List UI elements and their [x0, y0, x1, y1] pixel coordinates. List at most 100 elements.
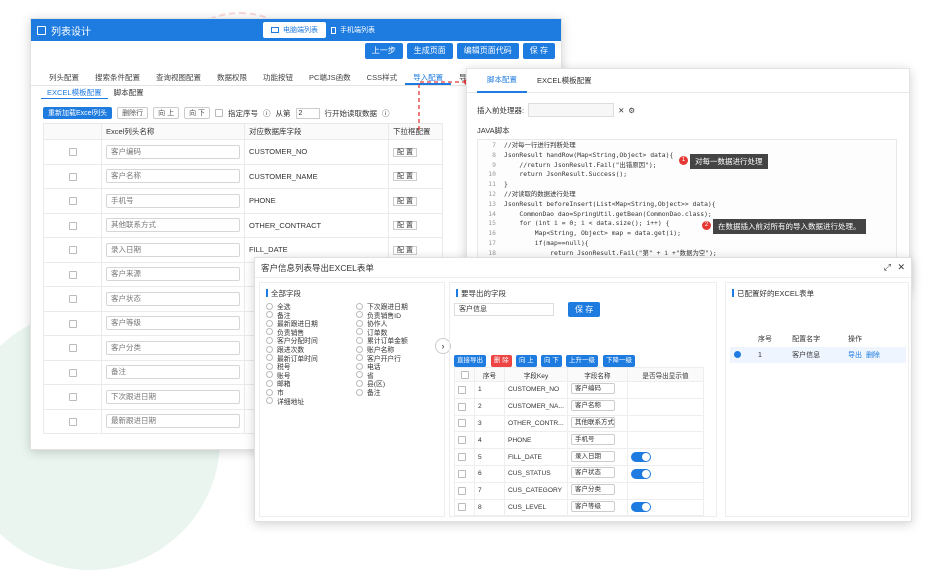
- row-checkbox[interactable]: [68, 270, 77, 279]
- op-button[interactable]: 向 上: [516, 355, 537, 367]
- delete-row-button[interactable]: 删除行: [117, 107, 149, 119]
- save-button[interactable]: 保 存: [522, 43, 555, 59]
- reload-excel-header-button[interactable]: 重新加载Excel列头: [43, 107, 113, 119]
- field-radio[interactable]: [356, 302, 363, 310]
- row-checkbox[interactable]: [68, 344, 77, 353]
- field-radio[interactable]: [356, 388, 363, 396]
- row-checkbox[interactable]: [68, 221, 77, 230]
- export-field-row[interactable]: 4 PHONE 手机号: [454, 431, 705, 450]
- row-checkbox[interactable]: [68, 393, 77, 402]
- field-radio[interactable]: [356, 379, 363, 387]
- excel-header-input[interactable]: 客户分类: [106, 340, 240, 355]
- field-option[interactable]: 详细地址: [266, 396, 304, 406]
- excel-header-input[interactable]: 最新跟进日期: [106, 414, 240, 429]
- export-field-row[interactable]: 2 CUSTOMER_NA... 客户名称: [454, 397, 705, 416]
- field-radio[interactable]: [356, 345, 363, 353]
- excel-header-input[interactable]: 备注: [106, 365, 240, 380]
- tab-data-permission[interactable]: 数据权限: [209, 71, 255, 85]
- select-all-checkbox[interactable]: [460, 370, 469, 379]
- tab-function-buttons[interactable]: 功能按钮: [255, 71, 301, 85]
- row-checkbox[interactable]: [68, 197, 77, 206]
- prev-step-button[interactable]: 上一步: [364, 43, 403, 59]
- export-row-name-input[interactable]: 录入日期: [570, 450, 615, 462]
- table-row[interactable]: 手机号 PHONE 配 置: [43, 188, 443, 214]
- configured-row[interactable]: 1 客户信息 导出 删除: [730, 347, 906, 363]
- tab-pc-js[interactable]: PC端JS函数: [301, 71, 359, 85]
- table-row[interactable]: 其他联系方式 OTHER_CONTRACT 配 置: [43, 212, 443, 238]
- export-field-row[interactable]: 1 CUSTOMER_NO 客户编码: [454, 381, 705, 399]
- show-value-toggle[interactable]: [630, 502, 651, 513]
- start-row-input[interactable]: 2: [295, 107, 320, 119]
- delete-link[interactable]: 删除: [866, 352, 880, 359]
- export-row-name-input[interactable]: 客户名称: [570, 400, 615, 412]
- excel-header-input[interactable]: 下次跟进日期: [106, 389, 240, 404]
- row-checkbox[interactable]: [68, 172, 77, 181]
- op-button[interactable]: 直接导出: [454, 355, 486, 367]
- excel-header-input[interactable]: 客户名称: [106, 169, 240, 184]
- row-checkbox[interactable]: [68, 417, 77, 426]
- config-button[interactable]: 配 置: [393, 172, 417, 182]
- row-checkbox[interactable]: [68, 246, 77, 255]
- export-row-checkbox[interactable]: [458, 486, 466, 495]
- field-radio[interactable]: [266, 397, 273, 405]
- export-row-name-input[interactable]: 手机号: [570, 433, 615, 445]
- tab-pc-list[interactable]: 电脑端列表: [263, 22, 326, 38]
- config-button[interactable]: 配 置: [393, 221, 417, 231]
- export-row-checkbox[interactable]: [458, 469, 466, 478]
- radio-selected[interactable]: [734, 351, 741, 359]
- field-radio[interactable]: [266, 354, 273, 362]
- export-field-row[interactable]: 8 CUS_LEVEL 客户等级: [454, 498, 705, 517]
- subtab-script[interactable]: 脚本配置: [108, 87, 150, 99]
- config-button[interactable]: 配 置: [393, 245, 417, 255]
- op-button[interactable]: 向 下: [541, 355, 562, 367]
- field-radio[interactable]: [356, 354, 363, 362]
- show-value-toggle[interactable]: [630, 468, 651, 479]
- field-radio[interactable]: [356, 362, 363, 370]
- tab-column-header[interactable]: 列头配置: [41, 71, 87, 85]
- export-row-checkbox[interactable]: [458, 436, 466, 445]
- excel-header-input[interactable]: 客户状态: [106, 291, 240, 306]
- row-checkbox[interactable]: [68, 319, 77, 328]
- field-radio[interactable]: [356, 311, 363, 319]
- generate-page-button[interactable]: 生成页面: [406, 43, 453, 59]
- excel-header-input[interactable]: 手机号: [106, 193, 240, 208]
- export-row-name-input[interactable]: 客户编码: [570, 383, 615, 395]
- move-down-button[interactable]: 向 下: [184, 107, 211, 119]
- field-radio[interactable]: [356, 328, 363, 336]
- export-row-name-input[interactable]: 客户状态: [570, 467, 615, 479]
- row-radio[interactable]: [730, 347, 754, 363]
- export-save-button[interactable]: 保 存: [568, 302, 601, 317]
- row-checkbox[interactable]: [68, 295, 77, 304]
- config-button[interactable]: 配 置: [393, 147, 417, 157]
- set-seq-checkbox[interactable]: [215, 109, 224, 117]
- pre-processor-input[interactable]: [528, 103, 615, 117]
- tab-query-view[interactable]: 查询视图配置: [148, 71, 209, 85]
- tab-script-config[interactable]: 脚本配置: [477, 69, 527, 93]
- expand-icon[interactable]: ⤢: [884, 262, 891, 273]
- excel-header-input[interactable]: 其他联系方式: [106, 218, 240, 233]
- export-row-checkbox[interactable]: [458, 453, 466, 462]
- field-radio[interactable]: [266, 336, 273, 344]
- export-field-row[interactable]: 3 OTHER_CONTR... 其他联系方式: [454, 414, 705, 433]
- gear-icon[interactable]: ⚙: [628, 106, 635, 115]
- export-row-name-input[interactable]: 客户等级: [570, 500, 615, 512]
- edit-code-button[interactable]: 编辑页面代码: [456, 43, 519, 59]
- field-option[interactable]: 备注: [356, 387, 381, 397]
- field-radio[interactable]: [356, 319, 363, 327]
- show-value-toggle[interactable]: [630, 452, 651, 463]
- export-field-row[interactable]: 7 CUS_CATEGORY 客户分类: [454, 481, 705, 500]
- export-link[interactable]: 导出: [848, 352, 862, 359]
- export-row-checkbox[interactable]: [458, 402, 466, 411]
- export-row-checkbox[interactable]: [458, 503, 466, 512]
- op-button[interactable]: 下降一级: [603, 355, 635, 367]
- export-field-row[interactable]: 5 FILL_DATE 录入日期: [454, 448, 705, 466]
- field-radio[interactable]: [266, 388, 273, 396]
- close-icon[interactable]: ✕: [897, 262, 905, 273]
- export-name-input[interactable]: 客户信息: [454, 303, 554, 316]
- excel-header-input[interactable]: 客户来源: [106, 267, 240, 282]
- export-row-checkbox[interactable]: [458, 419, 466, 428]
- op-button[interactable]: 上升一级: [566, 355, 598, 367]
- excel-header-input[interactable]: 客户等级: [106, 316, 240, 331]
- field-radio[interactable]: [266, 379, 273, 387]
- field-radio[interactable]: [266, 319, 273, 327]
